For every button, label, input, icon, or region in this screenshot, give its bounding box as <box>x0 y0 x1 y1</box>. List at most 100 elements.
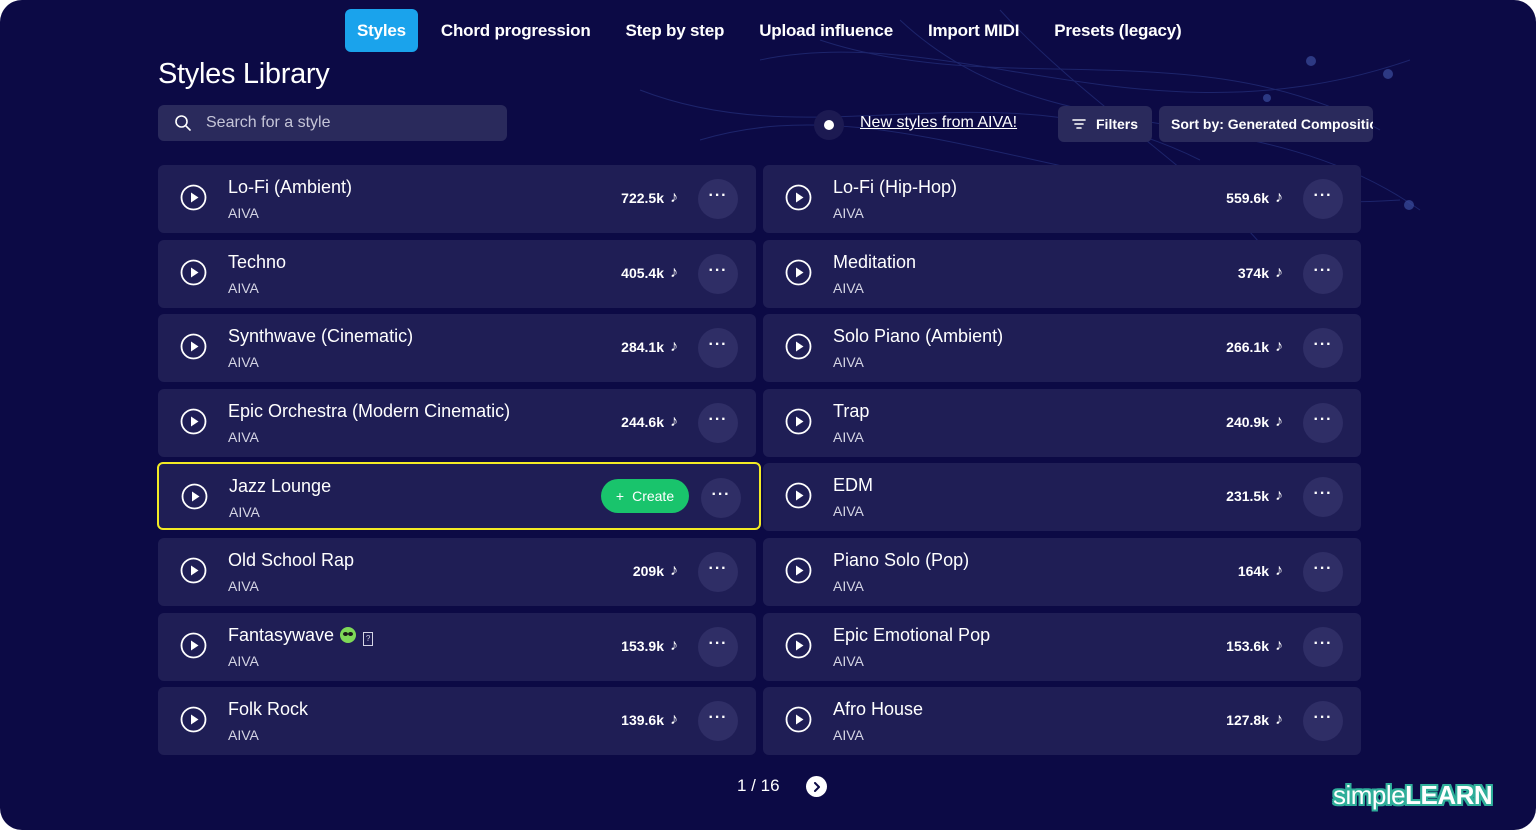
play-icon[interactable] <box>785 408 812 435</box>
ellipsis-icon: ··· <box>1313 634 1333 652</box>
ellipsis-icon: ··· <box>1313 336 1333 354</box>
more-options-button[interactable]: ··· <box>1303 402 1343 443</box>
more-options-button[interactable]: ··· <box>1303 701 1343 742</box>
style-card[interactable]: Afro House AIVA 127.8k ♪ ··· <box>763 687 1361 756</box>
ellipsis-icon: ··· <box>708 336 728 354</box>
more-options-button[interactable]: ··· <box>1303 552 1343 592</box>
more-options-button[interactable]: ··· <box>698 552 738 592</box>
dot-icon <box>824 120 834 130</box>
style-author: AIVA <box>833 503 864 520</box>
music-note-icon: ♪ <box>1275 189 1283 206</box>
play-icon[interactable] <box>180 632 207 659</box>
style-title: Lo-Fi (Ambient) <box>228 177 353 197</box>
play-icon[interactable] <box>785 632 812 659</box>
style-card[interactable]: Epic Orchestra (Modern Cinematic) AIVA 244… <box>158 388 756 457</box>
sort-label: Sort by: Generated Compositions <box>1171 116 1373 132</box>
style-author: AIVA <box>833 205 864 221</box>
play-icon[interactable] <box>180 706 207 733</box>
style-title: Synthwave (Cinematic) <box>228 326 414 347</box>
play-icon[interactable] <box>785 333 812 360</box>
music-note-icon: ♪ <box>670 338 678 356</box>
tab-styles[interactable]: Styles <box>345 9 418 52</box>
more-options-button[interactable]: ··· <box>701 478 741 519</box>
play-icon[interactable] <box>785 482 812 509</box>
style-title: Epic Emotional Pop <box>833 624 991 645</box>
music-note-icon: ♪ <box>1275 711 1283 729</box>
style-title: Fantasywave? <box>228 625 374 646</box>
music-note-icon: ♪ <box>670 636 678 654</box>
style-title: Techno <box>228 251 287 272</box>
music-note-icon: ♪ <box>670 412 678 430</box>
new-styles-link[interactable]: New styles from AIVA! <box>860 114 1017 132</box>
alien-icon <box>340 626 357 643</box>
more-options-button[interactable]: ··· <box>1303 253 1343 294</box>
search-input[interactable] <box>204 113 498 133</box>
more-options-button[interactable]: ··· <box>1303 328 1343 369</box>
style-card[interactable]: Trap AIVA 240.9k ♪ ··· <box>763 388 1361 457</box>
style-author: AIVA <box>833 354 864 371</box>
style-card[interactable]: EDM AIVA 231.5k ♪ ··· <box>763 463 1361 532</box>
sort-dropdown[interactable]: Sort by: Generated Compositions <box>1159 106 1373 142</box>
next-page-button[interactable] <box>806 776 827 797</box>
music-note-icon: ♪ <box>1275 338 1283 356</box>
more-options-button[interactable]: ··· <box>698 626 738 667</box>
style-card[interactable]: Meditation AIVA 374k ♪ ··· <box>763 239 1361 308</box>
play-icon[interactable] <box>785 557 812 584</box>
style-card[interactable]: Piano Solo (Pop) AIVA 164k ♪ ··· <box>763 538 1361 606</box>
more-options-button[interactable]: ··· <box>698 328 738 369</box>
create-button[interactable]: + Create <box>601 479 689 514</box>
generation-count: 266.1k ♪ <box>1226 338 1283 356</box>
tab-import-midi[interactable]: Import MIDI <box>916 9 1031 52</box>
music-note-icon: ♪ <box>1275 636 1283 654</box>
page-title: Styles Library <box>158 58 330 90</box>
style-card[interactable]: Lo-Fi (Hip-Hop) AIVA 559.6k ♪ ··· <box>763 165 1361 233</box>
more-options-button[interactable]: ··· <box>1303 626 1343 667</box>
style-card[interactable]: Old School Rap AIVA 209k ♪ ··· <box>158 538 756 606</box>
tab-upload-influence[interactable]: Upload influence <box>747 9 905 52</box>
style-card[interactable]: Lo-Fi (Ambient) AIVA 722.5k ♪ ··· <box>158 165 756 233</box>
more-options-button[interactable]: ··· <box>698 701 738 742</box>
more-options-button[interactable]: ··· <box>1303 477 1343 518</box>
play-icon[interactable] <box>785 184 812 211</box>
page-indicator: 1 / 16 <box>737 776 780 795</box>
style-card[interactable]: Epic Emotional Pop AIVA 153.6k ♪ ··· <box>763 612 1361 681</box>
play-icon[interactable] <box>180 408 207 435</box>
style-title: Solo Piano (Ambient) <box>833 326 1004 347</box>
filters-button[interactable]: Filters <box>1058 106 1152 142</box>
more-options-button[interactable]: ··· <box>1303 179 1343 219</box>
play-icon[interactable] <box>180 557 207 584</box>
more-options-button[interactable]: ··· <box>698 179 738 219</box>
style-card[interactable]: Solo Piano (Ambient) AIVA 266.1k ♪ ··· <box>763 314 1361 383</box>
tab-step-by-step[interactable]: Step by step <box>614 9 737 52</box>
tab-chord-progression[interactable]: Chord progression <box>429 9 603 52</box>
ellipsis-icon: ··· <box>1313 709 1333 727</box>
play-icon[interactable] <box>785 259 812 286</box>
style-author: AIVA <box>228 279 259 296</box>
play-icon[interactable] <box>785 706 812 733</box>
create-label: Create <box>632 488 675 505</box>
play-icon[interactable] <box>180 333 207 360</box>
style-card[interactable]: Folk Rock AIVA 139.6k ♪ ··· <box>158 687 756 756</box>
ellipsis-icon: ··· <box>708 261 728 279</box>
tab-presets-legacy[interactable]: Presets (legacy) <box>1042 9 1193 52</box>
generation-count: 284.1k ♪ <box>621 338 678 356</box>
style-title: Epic Orchestra (Modern Cinematic) <box>228 400 511 421</box>
style-card[interactable]: Techno AIVA 405.4k ♪ ··· <box>158 239 756 308</box>
play-icon[interactable] <box>180 184 207 211</box>
style-author: AIVA <box>228 428 259 445</box>
filters-label: Filters <box>1096 116 1139 132</box>
style-card[interactable]: Fantasywave? AIVA 153.9k ♪ ··· <box>158 612 756 681</box>
style-title: EDM <box>833 475 873 496</box>
app-window: Styles Chord progression Step by step Up… <box>0 0 1536 830</box>
search-box[interactable] <box>158 105 507 141</box>
style-card[interactable]: Synthwave (Cinematic) AIVA 284.1k ♪ ··· <box>158 314 756 383</box>
style-author: AIVA <box>229 504 260 521</box>
style-author: AIVA <box>833 652 864 669</box>
music-note-icon: ♪ <box>1275 263 1283 281</box>
play-icon[interactable] <box>180 259 207 286</box>
play-icon[interactable] <box>181 483 208 510</box>
more-options-button[interactable]: ··· <box>698 402 738 443</box>
style-title: Old School Rap <box>228 550 355 570</box>
style-card[interactable]: Jazz Lounge AIVA + Create ··· <box>157 462 761 531</box>
more-options-button[interactable]: ··· <box>698 253 738 294</box>
